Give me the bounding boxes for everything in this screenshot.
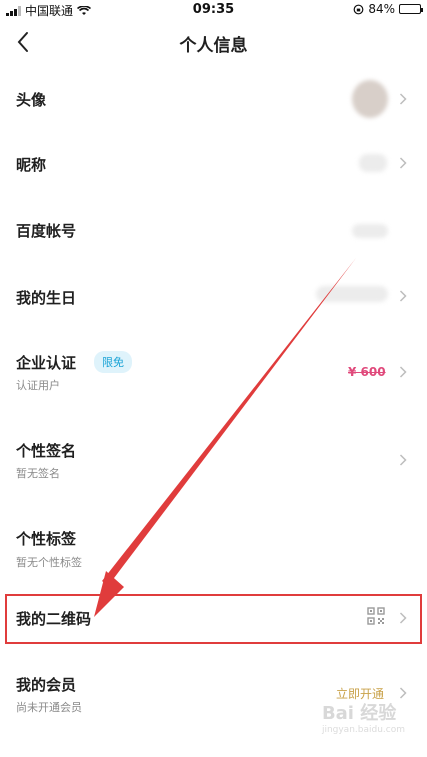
row-sublabel: 认证用户	[16, 379, 60, 392]
page-title: 个人信息	[179, 36, 248, 56]
battery-percent: 84%	[368, 2, 395, 16]
row-enterprise-cert[interactable]: 企业认证 限免 认证用户 ¥ 600	[0, 330, 427, 414]
status-right: 84%	[353, 2, 423, 16]
row-sublabel: 暂无个性标签	[16, 556, 82, 569]
row-sublabel: 尚未开通会员	[16, 701, 82, 714]
row-label: 我的会员	[16, 676, 77, 694]
row-label: 百度帐号	[16, 222, 77, 240]
row-label: 个性签名	[16, 442, 77, 460]
row-label: 昵称	[16, 156, 47, 174]
row-label: 头像	[16, 91, 47, 109]
status-bar: 中国联通 09:35 84%	[0, 0, 427, 20]
row-label: 企业认证	[16, 354, 77, 372]
birthday-value	[316, 286, 388, 302]
row-tags[interactable]: 个性标签 暂无个性标签	[0, 504, 427, 592]
row-signature[interactable]: 个性签名 暂无签名	[0, 414, 427, 504]
annotation-highlight-box	[5, 594, 422, 644]
chevron-right-icon	[399, 687, 407, 699]
row-sublabel: 暂无签名	[16, 467, 60, 480]
battery-icon	[399, 4, 423, 14]
chevron-right-icon	[399, 290, 407, 302]
chevron-right-icon	[399, 157, 407, 169]
rotation-lock-icon	[353, 4, 364, 14]
nickname-value	[359, 154, 387, 172]
row-baidu-account[interactable]: 百度帐号	[0, 198, 427, 264]
row-avatar[interactable]: 头像	[0, 66, 427, 132]
price-value: ¥ 600	[348, 365, 386, 379]
avatar	[352, 80, 388, 118]
row-label: 个性标签	[16, 530, 77, 548]
row-nickname[interactable]: 昵称	[0, 132, 427, 198]
free-badge: 限免	[94, 351, 132, 373]
nav-bar: 个人信息	[0, 22, 427, 62]
watermark-text: Bai 经验	[321, 703, 397, 724]
row-label: 我的生日	[16, 289, 77, 307]
chevron-right-icon	[399, 93, 407, 105]
row-birthday[interactable]: 我的生日	[0, 264, 427, 330]
watermark: Bai 经验 jingyan.baidu.com	[322, 699, 405, 735]
watermark-url: jingyan.baidu.com	[321, 725, 405, 735]
account-value	[352, 224, 388, 238]
chevron-right-icon	[399, 366, 407, 378]
chevron-right-icon	[399, 454, 407, 466]
